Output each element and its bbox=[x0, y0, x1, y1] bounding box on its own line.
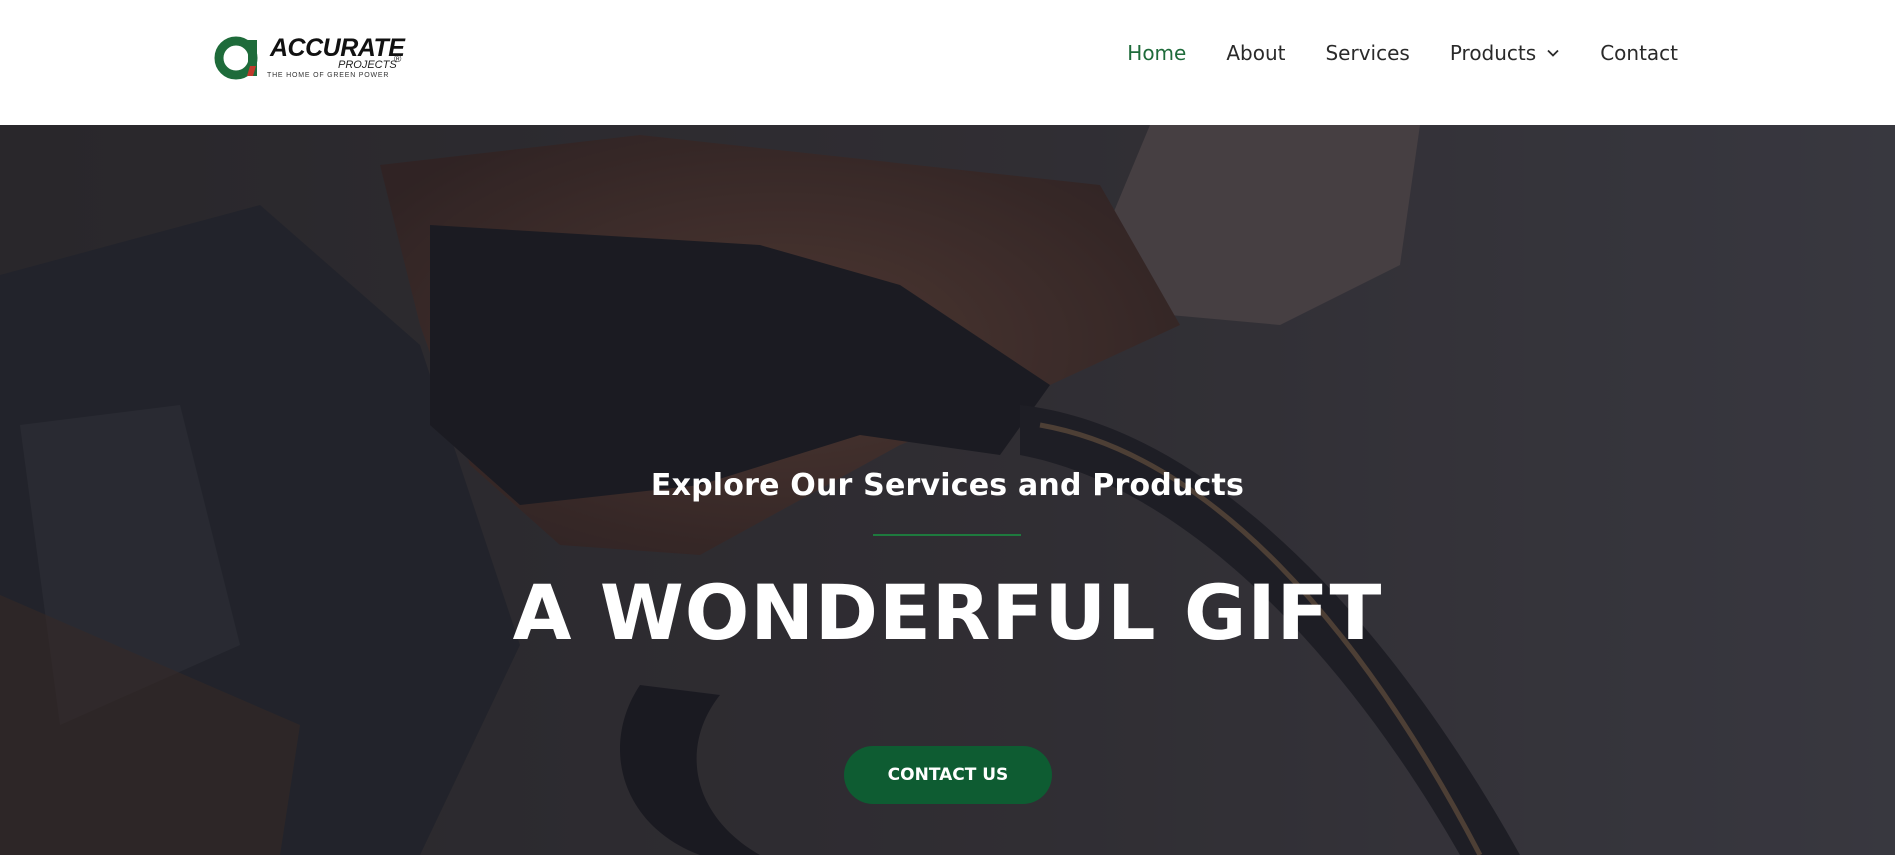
logo-mark-icon bbox=[214, 36, 258, 80]
nav-item-home[interactable]: Home bbox=[1127, 41, 1186, 65]
hero-content: Explore Our Services and Products A WOND… bbox=[0, 125, 1895, 855]
hero-headline: A WONDERFUL GIFT bbox=[512, 568, 1383, 657]
hero-divider bbox=[873, 534, 1021, 536]
nav-item-contact[interactable]: Contact bbox=[1600, 41, 1678, 65]
logo-subtitle: PROJECTS bbox=[338, 59, 397, 71]
nav-item-label: About bbox=[1226, 41, 1286, 65]
logo-tagline: THE HOME OF GREEN POWER bbox=[267, 72, 390, 79]
site-header: ACCURATE PROJECTS ® THE HOME OF GREEN PO… bbox=[0, 0, 1895, 125]
nav-item-label: Services bbox=[1325, 41, 1410, 65]
logo-registered-mark: ® bbox=[394, 54, 402, 65]
site-logo[interactable]: ACCURATE PROJECTS ® THE HOME OF GREEN PO… bbox=[214, 34, 405, 82]
contact-us-button[interactable]: CONTACT US bbox=[844, 746, 1052, 804]
nav-item-services[interactable]: Services bbox=[1325, 41, 1409, 65]
nav-item-label: Home bbox=[1127, 41, 1187, 65]
hero-eyebrow: Explore Our Services and Products bbox=[650, 468, 1245, 503]
nav-item-label: Contact bbox=[1600, 41, 1678, 65]
main-navigation: Home About Services Products Contact bbox=[1127, 38, 1678, 68]
nav-item-label: Products bbox=[1449, 41, 1537, 65]
nav-item-products[interactable]: Products bbox=[1450, 41, 1560, 65]
nav-item-about[interactable]: About bbox=[1226, 41, 1285, 65]
chevron-down-icon[interactable] bbox=[1546, 46, 1560, 60]
hero-section: Explore Our Services and Products A WOND… bbox=[0, 125, 1895, 855]
